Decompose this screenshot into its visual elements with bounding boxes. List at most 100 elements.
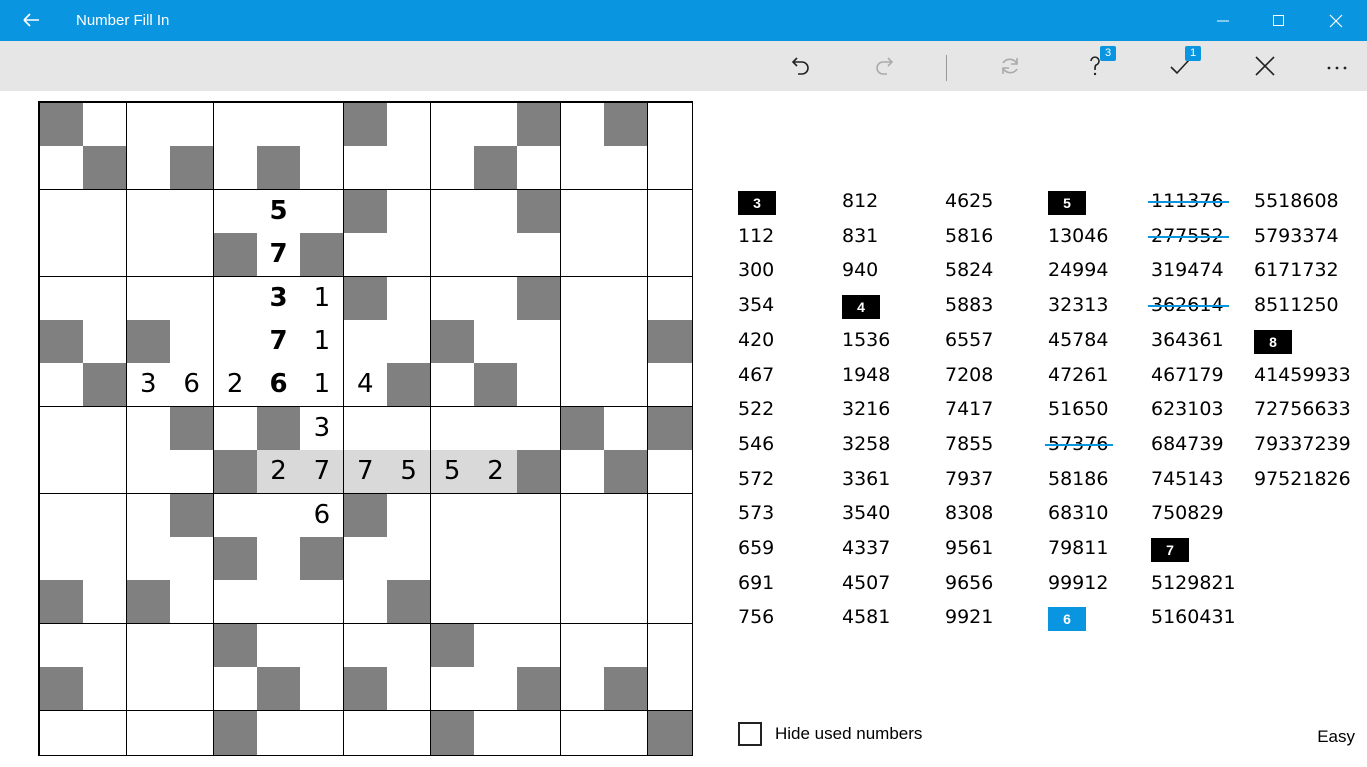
grid-cell[interactable] bbox=[213, 189, 258, 234]
grid-cell[interactable] bbox=[83, 276, 128, 321]
grid-cell[interactable] bbox=[170, 450, 215, 495]
grid-cell[interactable] bbox=[517, 493, 562, 538]
grid-cell[interactable] bbox=[604, 276, 649, 321]
number-entry[interactable]: 99912 bbox=[1048, 566, 1108, 601]
grid-cell[interactable] bbox=[213, 146, 258, 191]
number-entry[interactable]: 3216 bbox=[842, 392, 890, 427]
grid-cell[interactable] bbox=[560, 146, 605, 191]
grid-cell[interactable] bbox=[170, 537, 215, 581]
grid-cell[interactable] bbox=[40, 276, 84, 321]
grid-cell[interactable] bbox=[474, 233, 518, 278]
hide-used-checkbox[interactable] bbox=[738, 722, 762, 746]
number-entry[interactable]: 3258 bbox=[842, 427, 890, 462]
number-entry[interactable]: 6171732 bbox=[1254, 253, 1339, 288]
grid-cell[interactable] bbox=[126, 710, 171, 755]
grid-cell[interactable] bbox=[213, 276, 258, 321]
grid-cell[interactable]: 1 bbox=[300, 276, 345, 321]
number-entry[interactable]: 5129821 bbox=[1151, 566, 1236, 601]
redo-button[interactable] bbox=[860, 41, 908, 91]
grid-cell[interactable] bbox=[126, 103, 171, 147]
grid-cell[interactable] bbox=[170, 189, 215, 234]
grid-cell[interactable] bbox=[343, 406, 388, 451]
grid-cell[interactable] bbox=[83, 710, 128, 755]
grid-cell[interactable] bbox=[83, 537, 128, 581]
grid-cell[interactable] bbox=[40, 363, 84, 408]
number-entry[interactable]: 300 bbox=[738, 253, 774, 288]
grid-cell[interactable] bbox=[40, 450, 84, 495]
grid-cell[interactable] bbox=[604, 623, 649, 668]
grid-cell[interactable] bbox=[647, 189, 692, 234]
grid-cell[interactable] bbox=[604, 146, 649, 191]
grid-cell[interactable] bbox=[257, 580, 301, 625]
grid-cell[interactable] bbox=[517, 406, 562, 451]
grid-cell[interactable] bbox=[40, 233, 84, 278]
back-button[interactable] bbox=[18, 8, 44, 32]
grid-cell[interactable]: 3 bbox=[257, 276, 301, 321]
number-entry[interactable]: 364361 bbox=[1151, 323, 1224, 358]
grid-cell[interactable]: 5 bbox=[257, 189, 301, 234]
check-button[interactable]: 1 bbox=[1155, 41, 1203, 91]
grid-cell[interactable] bbox=[560, 320, 605, 364]
number-entry[interactable]: 467 bbox=[738, 358, 774, 393]
grid-cell[interactable] bbox=[343, 146, 388, 191]
number-entry[interactable]: 51650 bbox=[1048, 392, 1108, 427]
grid-cell[interactable] bbox=[560, 493, 605, 538]
grid-cell[interactable]: 3 bbox=[126, 363, 171, 408]
grid-cell[interactable] bbox=[83, 233, 128, 278]
number-entry[interactable]: 9656 bbox=[945, 566, 993, 601]
grid-cell[interactable] bbox=[430, 233, 475, 278]
grid-cell[interactable] bbox=[387, 406, 432, 451]
grid-cell[interactable] bbox=[517, 146, 562, 191]
grid-cell[interactable] bbox=[474, 537, 518, 581]
grid-cell[interactable] bbox=[387, 103, 432, 147]
number-entry[interactable]: 5160431 bbox=[1151, 600, 1236, 635]
number-entry[interactable]: 79811 bbox=[1048, 531, 1108, 566]
grid-cell[interactable] bbox=[40, 189, 84, 234]
number-entry[interactable]: 45784 bbox=[1048, 323, 1108, 358]
grid-cell[interactable] bbox=[474, 710, 518, 755]
grid-cell[interactable] bbox=[257, 493, 301, 538]
number-entry[interactable]: 812 bbox=[842, 184, 878, 219]
grid-cell[interactable] bbox=[560, 537, 605, 581]
grid-cell[interactable] bbox=[647, 146, 692, 191]
grid-cell[interactable] bbox=[126, 276, 171, 321]
grid-cell[interactable] bbox=[213, 320, 258, 364]
number-entry[interactable]: 1536 bbox=[842, 323, 890, 358]
number-entry[interactable]: 750829 bbox=[1151, 496, 1224, 531]
grid-cell[interactable] bbox=[474, 320, 518, 364]
grid-cell[interactable] bbox=[83, 103, 128, 147]
grid-cell[interactable] bbox=[343, 320, 388, 364]
digit-count-header[interactable]: 3 bbox=[738, 191, 776, 215]
number-entry[interactable]: 4625 bbox=[945, 184, 993, 219]
grid-cell[interactable] bbox=[647, 233, 692, 278]
grid-cell[interactable] bbox=[647, 363, 692, 408]
grid-cell[interactable] bbox=[517, 710, 562, 755]
number-entry[interactable]: 6557 bbox=[945, 323, 993, 358]
grid-cell[interactable] bbox=[430, 189, 475, 234]
grid-cell[interactable] bbox=[604, 233, 649, 278]
number-entry[interactable]: 546 bbox=[738, 427, 774, 462]
grid-cell[interactable] bbox=[343, 580, 388, 625]
grid-cell[interactable] bbox=[430, 406, 475, 451]
grid-cell[interactable] bbox=[387, 710, 432, 755]
grid-cell[interactable] bbox=[604, 580, 649, 625]
grid-cell[interactable] bbox=[126, 450, 171, 495]
grid-cell[interactable]: 6 bbox=[257, 363, 301, 408]
grid-cell[interactable] bbox=[604, 710, 649, 755]
grid-cell[interactable] bbox=[647, 450, 692, 495]
grid-cell[interactable] bbox=[343, 233, 388, 278]
grid-cell[interactable] bbox=[170, 580, 215, 625]
number-entry[interactable]: 3361 bbox=[842, 462, 890, 497]
number-entry[interactable]: 13046 bbox=[1048, 219, 1108, 254]
grid-cell[interactable] bbox=[257, 537, 301, 581]
grid-cell[interactable] bbox=[430, 363, 475, 408]
puzzle-grid[interactable]: 57317136261432775526 bbox=[38, 101, 693, 756]
grid-cell[interactable] bbox=[300, 667, 345, 712]
grid-cell[interactable] bbox=[83, 406, 128, 451]
grid-cell[interactable] bbox=[604, 320, 649, 364]
grid-cell[interactable] bbox=[517, 233, 562, 278]
digit-count-header[interactable]: 5 bbox=[1048, 191, 1086, 215]
grid-cell[interactable]: 7 bbox=[343, 450, 388, 495]
grid-cell[interactable] bbox=[474, 667, 518, 712]
number-entry[interactable]: 5793374 bbox=[1254, 219, 1339, 254]
